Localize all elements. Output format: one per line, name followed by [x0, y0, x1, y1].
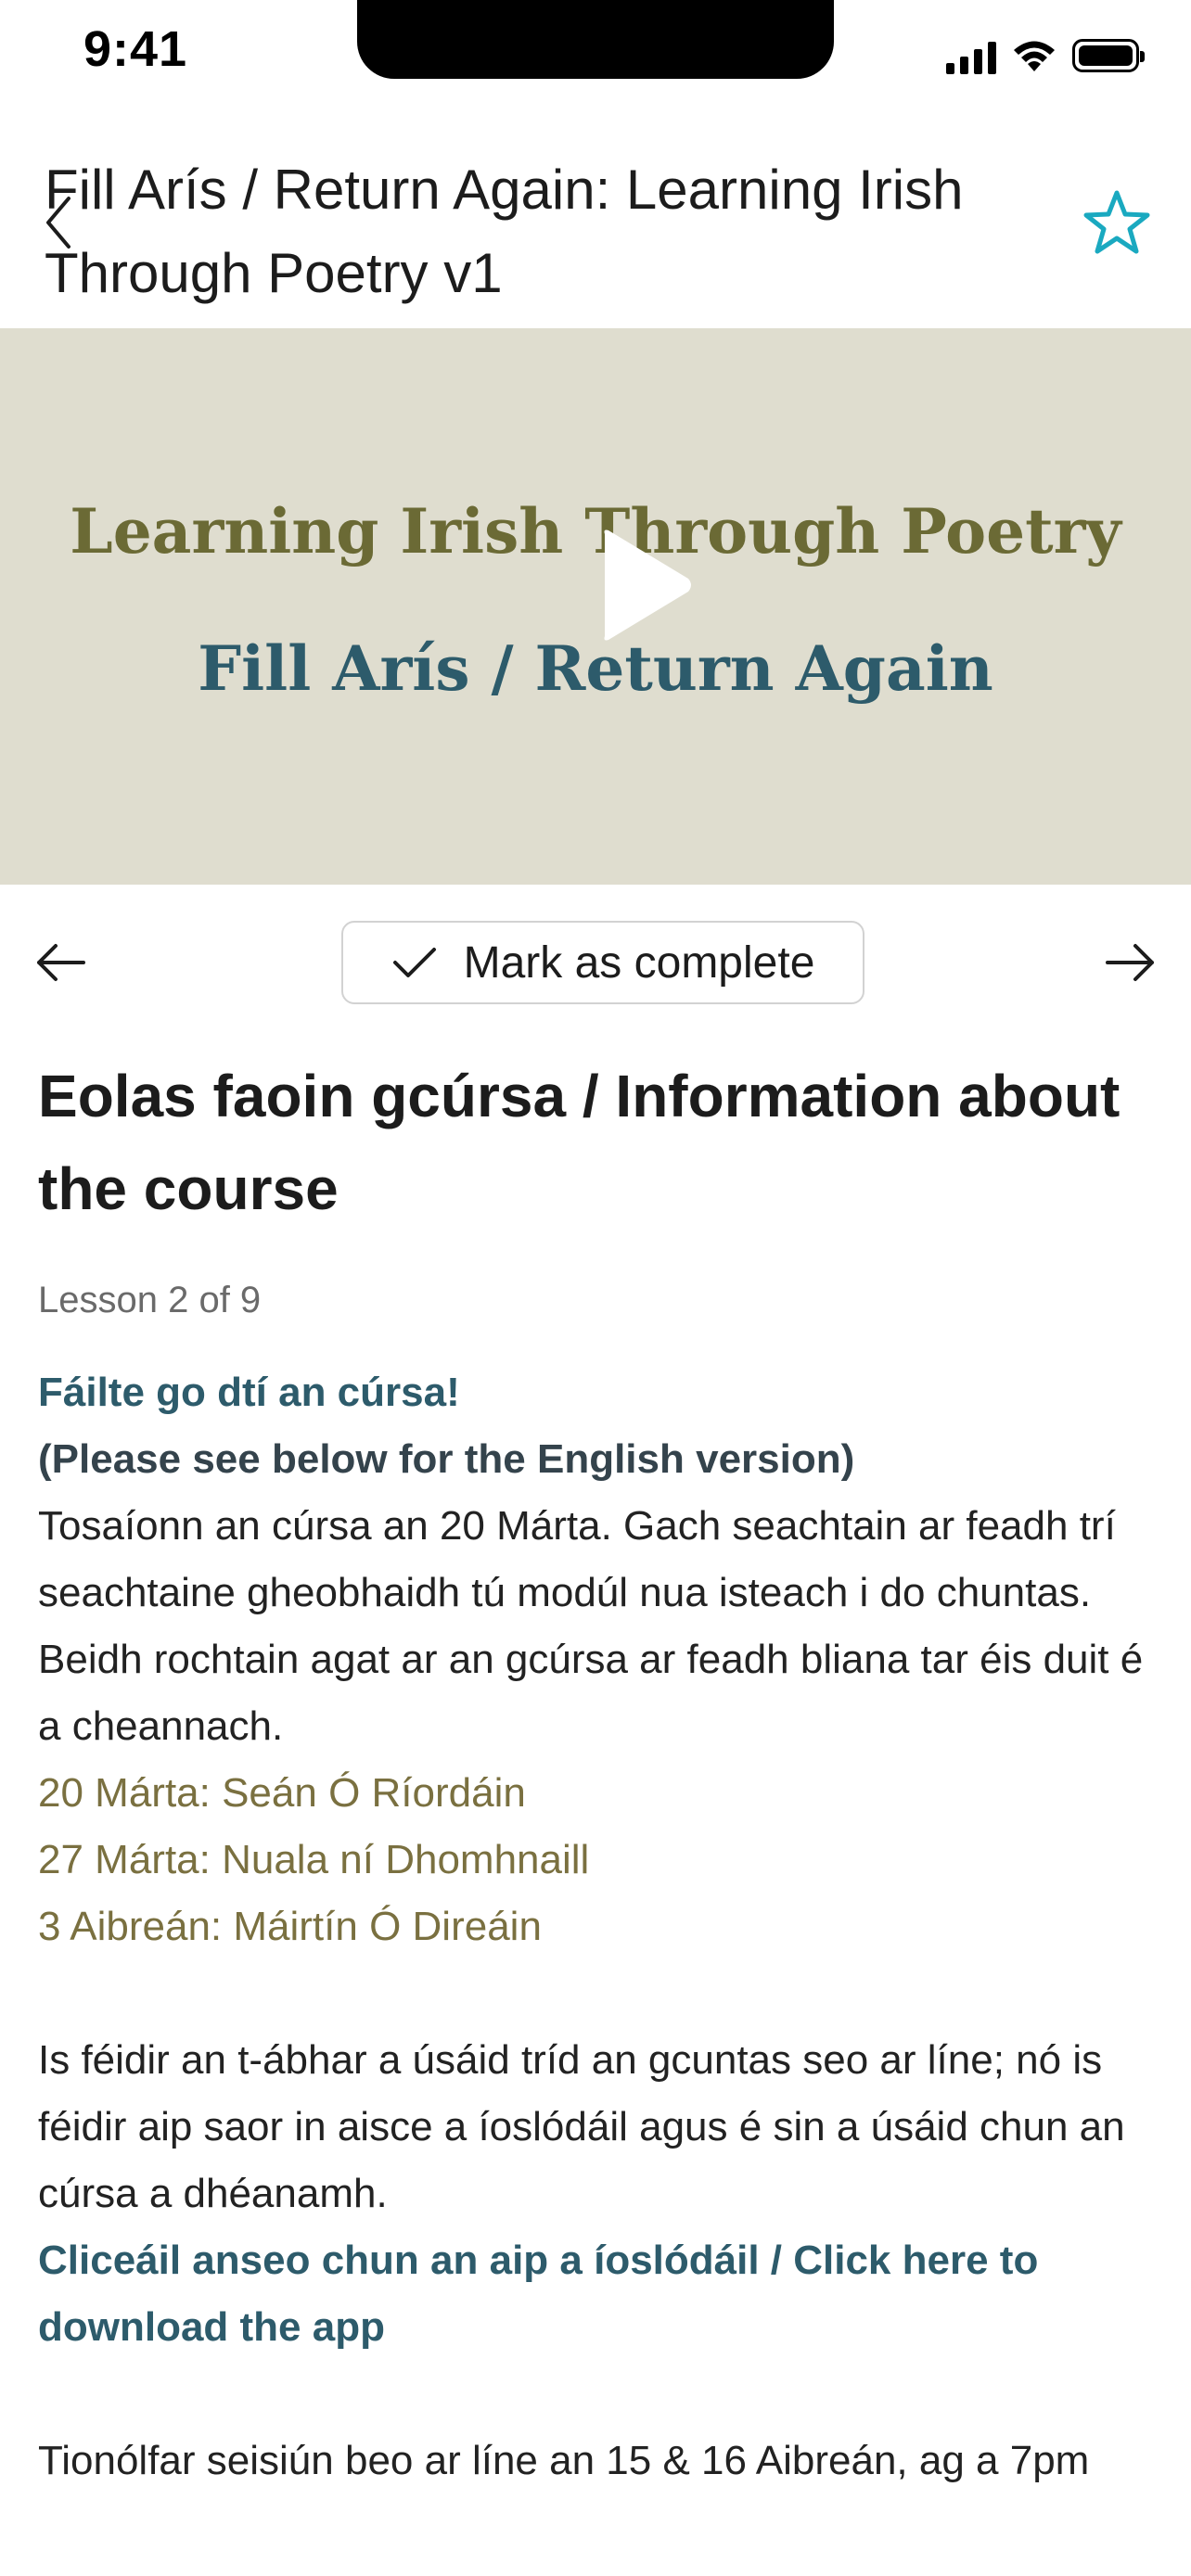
- lesson-navigation: Mark as complete: [0, 918, 1191, 1007]
- battery-icon: [1072, 39, 1145, 72]
- arrow-right-icon[interactable]: [1098, 935, 1163, 990]
- video-player[interactable]: Learning Irish Through Poetry Fill Arís …: [0, 328, 1191, 885]
- cellular-signal-icon: [946, 37, 996, 74]
- english-note: (Please see below for the English versio…: [38, 1436, 855, 1482]
- lesson-heading: Eolas faoin gcúrsa / Information about t…: [38, 1063, 1121, 1222]
- star-icon[interactable]: [1080, 185, 1154, 260]
- play-icon[interactable]: [594, 525, 696, 645]
- paragraph-usage: Is féidir an t-ábhar a úsáid tríd an gcu…: [38, 2037, 1125, 2216]
- welcome-text: Fáilte go dtí an cúrsa!: [38, 1370, 460, 1415]
- arrow-left-icon[interactable]: [28, 935, 93, 990]
- lesson-body: Fáilte go dtí an cúrsa! (Please see belo…: [38, 1359, 1160, 2494]
- download-app-link[interactable]: Cliceáil anseo chun an aip a íoslódáil /…: [38, 2227, 1160, 2361]
- lesson-counter: Lesson 2 of 9: [38, 1280, 262, 1320]
- wifi-icon: [1014, 41, 1055, 71]
- status-bar: 9:41: [0, 0, 1191, 111]
- mark-complete-button[interactable]: Mark as complete: [341, 921, 864, 1004]
- schedule-item: 27 Márta: Nuala ní Dhomhnaill: [38, 1837, 590, 1882]
- page-title: Fill Arís / Return Again: Learning Irish…: [45, 159, 964, 304]
- schedule-item: 3 Aibreán: Máirtín Ó Direáin: [38, 1904, 542, 1949]
- device-notch: [357, 0, 834, 79]
- schedule-item: 20 Márta: Seán Ó Ríordáin: [38, 1770, 526, 1816]
- lesson-page: 9:41 Fill Arís / Return Again: Learning …: [0, 0, 1191, 2576]
- paragraph-access: Beidh rochtain agat ar an gcúrsa ar fead…: [38, 1637, 1144, 1749]
- checkmark-icon: [392, 948, 436, 977]
- back-chevron-icon[interactable]: [35, 185, 82, 260]
- status-time: 9:41: [83, 21, 188, 77]
- paragraph-live-session: Tionólfar seisiún beo ar líne an 15 & 16…: [38, 2438, 1090, 2483]
- paragraph-start-date: Tosaíonn an cúrsa an 20 Márta. Gach seac…: [38, 1503, 1116, 1615]
- header: Fill Arís / Return Again: Learning Irish…: [0, 130, 1191, 328]
- status-icons: [946, 35, 1145, 76]
- mark-complete-label: Mark as complete: [463, 937, 815, 988]
